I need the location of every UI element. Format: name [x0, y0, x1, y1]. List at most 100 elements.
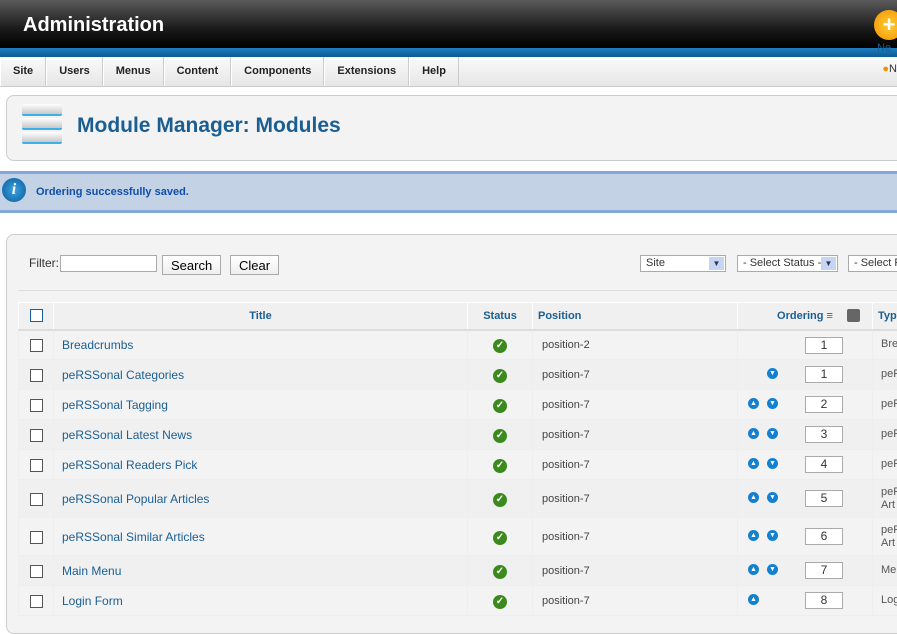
published-check-icon[interactable]: ✓	[493, 531, 507, 545]
published-check-icon[interactable]: ✓	[493, 493, 507, 507]
title-cell: Login Form	[54, 586, 468, 616]
system-message: i Ordering successfully saved.	[0, 171, 897, 213]
status-cell: ✓	[468, 480, 533, 518]
type-cell: Log	[873, 586, 897, 616]
info-icon: i	[2, 178, 26, 202]
move-up-icon[interactable]: ▲	[748, 458, 759, 469]
row-checkbox[interactable]	[30, 339, 43, 352]
order-input[interactable]: 2	[805, 396, 843, 413]
table-row: peRSSonal Similar Articles✓position-7▲▼6…	[19, 518, 897, 556]
order-input[interactable]: 4	[805, 456, 843, 473]
position-cell: position-7	[533, 360, 738, 390]
move-up-icon[interactable]: ▲	[748, 564, 759, 575]
menu-components[interactable]: Components	[231, 57, 324, 86]
position-select[interactable]: - Select P	[848, 255, 897, 272]
select-all-checkbox[interactable]	[30, 309, 43, 322]
table-row: peRSSonal Latest News✓position-7▲▼3peR	[19, 420, 897, 450]
modules-table: Title Status Position Ordering ≡ Typ Bre…	[18, 302, 897, 616]
menu-users[interactable]: Users	[46, 57, 103, 86]
clear-button[interactable]: Clear	[230, 255, 279, 275]
title-header[interactable]: Title	[54, 303, 468, 330]
filter-input[interactable]	[60, 255, 157, 272]
ordering-cell: ▼1	[738, 360, 873, 390]
module-title-link[interactable]: Login Form	[54, 594, 123, 608]
module-title-link[interactable]: peRSSonal Tagging	[54, 398, 168, 412]
menu-content[interactable]: Content	[164, 57, 232, 86]
row-checkbox[interactable]	[30, 531, 43, 544]
status-cell: ✓	[468, 360, 533, 390]
new-button-label[interactable]: Ne	[877, 42, 891, 54]
select-all-header	[19, 303, 54, 330]
move-up-icon[interactable]: ▲	[748, 398, 759, 409]
move-up-icon[interactable]: ▲	[748, 594, 759, 605]
row-checkbox[interactable]	[30, 459, 43, 472]
move-up-icon[interactable]: ▲	[748, 428, 759, 439]
menu-menus[interactable]: Menus	[103, 57, 164, 86]
order-input[interactable]: 6	[805, 528, 843, 545]
user-status[interactable]: ●N	[882, 63, 897, 75]
move-up-icon[interactable]: ▲	[748, 492, 759, 503]
table-row: Breadcrumbs✓position-21Bre	[19, 330, 897, 360]
position-header[interactable]: Position	[533, 303, 738, 330]
ordering-header: Ordering ≡	[738, 303, 873, 330]
status-cell: ✓	[468, 586, 533, 616]
move-down-icon[interactable]: ▼	[767, 492, 778, 503]
table-row: peRSSonal Popular Articles✓position-7▲▼5…	[19, 480, 897, 518]
order-input[interactable]: 5	[805, 490, 843, 507]
type-header[interactable]: Typ	[873, 303, 897, 330]
status-header[interactable]: Status	[468, 303, 533, 330]
ordering-sort-link[interactable]: Ordering	[777, 310, 823, 322]
move-down-icon[interactable]: ▼	[767, 458, 778, 469]
published-check-icon[interactable]: ✓	[493, 595, 507, 609]
module-title-link[interactable]: peRSSonal Similar Articles	[54, 530, 205, 544]
module-title-link[interactable]: Main Menu	[54, 564, 121, 578]
published-check-icon[interactable]: ✓	[493, 429, 507, 443]
module-title-link[interactable]: peRSSonal Latest News	[54, 428, 192, 442]
module-title-link[interactable]: Breadcrumbs	[54, 338, 133, 352]
move-down-icon[interactable]: ▼	[767, 530, 778, 541]
order-input[interactable]: 8	[805, 592, 843, 609]
sort-icon[interactable]: ≡	[827, 310, 833, 322]
row-select-cell	[19, 390, 54, 420]
module-title-link[interactable]: peRSSonal Readers Pick	[54, 458, 197, 472]
row-checkbox[interactable]	[30, 399, 43, 412]
move-up-icon[interactable]: ▲	[748, 530, 759, 541]
position-cell: position-7	[533, 450, 738, 480]
site-select[interactable]: Site▼	[640, 255, 726, 272]
row-checkbox[interactable]	[30, 369, 43, 382]
move-down-icon[interactable]: ▼	[767, 368, 778, 379]
order-input[interactable]: 1	[805, 366, 843, 383]
new-button[interactable]: +	[874, 10, 897, 40]
position-cell: position-7	[533, 420, 738, 450]
position-cell: position-2	[533, 330, 738, 360]
move-down-icon[interactable]: ▼	[767, 564, 778, 575]
published-check-icon[interactable]: ✓	[493, 339, 507, 353]
row-checkbox[interactable]	[30, 493, 43, 506]
status-cell: ✓	[468, 420, 533, 450]
status-select[interactable]: - Select Status -▼	[737, 255, 838, 272]
save-order-icon[interactable]	[847, 309, 860, 322]
published-check-icon[interactable]: ✓	[493, 369, 507, 383]
move-down-icon[interactable]: ▼	[767, 428, 778, 439]
module-title-link[interactable]: peRSSonal Categories	[54, 368, 184, 382]
row-checkbox[interactable]	[30, 565, 43, 578]
published-check-icon[interactable]: ✓	[493, 565, 507, 579]
published-check-icon[interactable]: ✓	[493, 459, 507, 473]
ordering-cell: ▲ ▼ 7	[738, 556, 873, 586]
menu-extensions[interactable]: Extensions	[324, 57, 409, 86]
row-select-cell	[19, 360, 54, 390]
order-input[interactable]: 3	[805, 426, 843, 443]
table-row: peRSSonal Categories✓position-7▼1peR	[19, 360, 897, 390]
row-checkbox[interactable]	[30, 429, 43, 442]
move-down-icon[interactable]: ▼	[767, 398, 778, 409]
ordering-cell: ▲ ▼ 2	[738, 390, 873, 420]
menu-help[interactable]: Help	[409, 57, 459, 86]
module-title-link[interactable]: peRSSonal Popular Articles	[54, 492, 209, 506]
published-check-icon[interactable]: ✓	[493, 399, 507, 413]
order-input[interactable]: 1	[805, 337, 843, 354]
row-checkbox[interactable]	[30, 595, 43, 608]
ordering-cell: ▲ ▼ 6	[738, 518, 873, 556]
menu-site[interactable]: Site	[0, 57, 46, 86]
order-input[interactable]: 7	[805, 562, 843, 579]
search-button[interactable]: Search	[162, 255, 221, 275]
